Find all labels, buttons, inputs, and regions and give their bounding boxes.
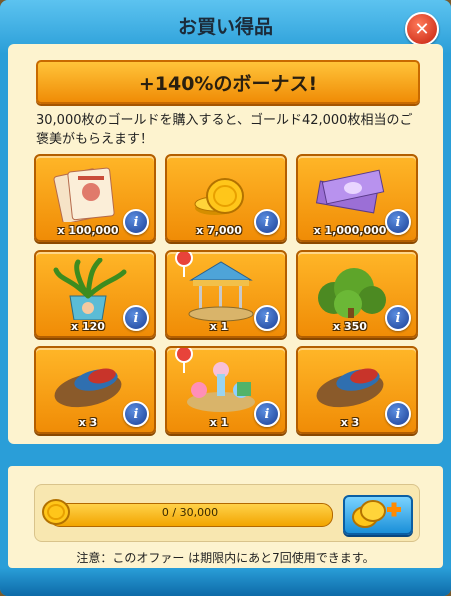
sleeping-bag-icon (316, 368, 384, 408)
reward-card-candy-bills[interactable]: x 1,000,000 i (296, 154, 418, 242)
offer-description: 30,000枚のゴールドを購入すると、ゴールド42,000枚相当のご褒美がもらえ… (36, 113, 413, 147)
carousel-icon (188, 261, 254, 322)
offer-dialog: お買い得品 ✕ +140%のボーナス! 30,000枚のゴールドを購入すると、ゴ… (0, 0, 451, 596)
close-button[interactable]: ✕ (405, 12, 439, 46)
tickets-icon (53, 167, 115, 222)
info-button[interactable]: i (385, 209, 411, 235)
playground-icon (187, 362, 255, 412)
gold-coins-icon (194, 178, 244, 215)
add-coins-icon (352, 500, 401, 528)
reward-card-gold[interactable]: x 7,000 i (165, 154, 287, 242)
close-icon: ✕ (414, 18, 430, 40)
info-button[interactable]: i (254, 401, 280, 427)
info-button[interactable]: i (254, 209, 280, 235)
bush-icon (318, 268, 386, 318)
buy-gold-button[interactable] (343, 495, 413, 535)
limit-note: 注意：このオファー は期限内にあと7回使用できます。 (76, 551, 375, 565)
reward-card-bush[interactable]: x 350 i (296, 250, 418, 338)
info-button[interactable]: i (254, 305, 280, 331)
candy-bills-icon (315, 169, 385, 214)
info-button[interactable]: i (123, 209, 149, 235)
reward-card-carousel[interactable]: x 1 i (165, 250, 287, 338)
info-button[interactable]: i (123, 401, 149, 427)
info-button[interactable]: i (123, 305, 149, 331)
reward-card-tickets[interactable]: x 100,000 i (34, 154, 156, 242)
offer-panel: +140%のボーナス! 30,000枚のゴールドを購入すると、ゴールド42,00… (8, 44, 443, 444)
reward-card-sleeping-bag[interactable]: x 3 i (34, 346, 156, 434)
dialog-footer (0, 568, 451, 596)
progress-text: 0 / 30,000 (161, 506, 219, 519)
info-button[interactable]: i (385, 305, 411, 331)
plant-pot-icon (53, 258, 127, 320)
progress-box: 0 / 30,000 (34, 484, 420, 542)
bonus-banner: +140%のボーナス! (36, 60, 420, 104)
reward-card-playground[interactable]: x 1 i (165, 346, 287, 434)
dialog-title: お買い得品 (177, 16, 273, 38)
reward-card-sleeping-bag-2[interactable]: x 3 i (296, 346, 418, 434)
purchase-section: 0 / 30,000 注意：このオファー は期限内にあと7回使用できます。 (8, 466, 443, 568)
divider-strip (0, 444, 451, 466)
info-button[interactable]: i (385, 401, 411, 427)
reward-card-plant[interactable]: x 120 i (34, 250, 156, 338)
sleeping-bag-icon (54, 368, 122, 408)
